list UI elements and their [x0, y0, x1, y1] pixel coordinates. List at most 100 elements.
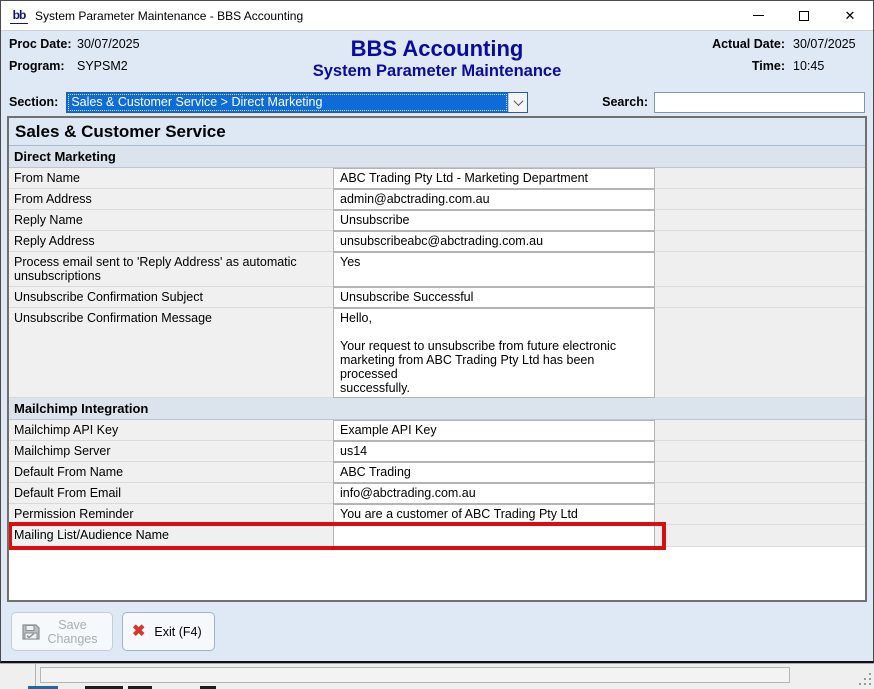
param-label: Unsubscribe Confirmation Subject: [9, 287, 333, 308]
param-label: Mailchimp Server: [9, 441, 333, 462]
table-filler: [9, 547, 865, 600]
table-row: Permission ReminderYou are a customer of…: [9, 504, 865, 525]
close-button[interactable]: ✕: [827, 1, 873, 30]
section-dropdown-button[interactable]: [508, 93, 527, 112]
group-header: Direct Marketing: [9, 146, 865, 168]
param-value-field[interactable]: us14: [333, 441, 655, 462]
content-area: Sales & Customer Service Direct Marketin…: [1, 116, 873, 602]
section-toolbar: Section: Sales & Customer Service > Dire…: [1, 88, 873, 116]
table-row: Mailing List/Audience Name: [9, 525, 865, 547]
time-value: 10:45: [793, 59, 865, 73]
page-subtitle: System Parameter Maintenance: [291, 61, 583, 81]
titlebar: bb System Parameter Maintenance - BBS Ac…: [1, 1, 873, 31]
actual-date-label: Actual Date:: [712, 37, 785, 51]
param-label: Process email sent to 'Reply Address' as…: [9, 252, 333, 287]
chevron-down-icon: [513, 96, 523, 106]
background-statusbar: [0, 663, 874, 689]
table-row: Default From Emailinfo@abctrading.com.au: [9, 483, 865, 504]
param-spare-cell: [655, 420, 865, 441]
section-dropdown-value[interactable]: Sales & Customer Service > Direct Market…: [67, 93, 508, 112]
param-value-field[interactable]: Hello, Your request to unsubscribe from …: [333, 308, 655, 398]
save-floppy-icon: [21, 622, 41, 642]
param-spare-cell: [655, 189, 865, 210]
param-value-field[interactable]: You are a customer of ABC Trading Pty Lt…: [333, 504, 655, 525]
param-value-field[interactable]: unsubscribeabc@abctrading.com.au: [333, 231, 655, 252]
param-spare-cell: [655, 252, 865, 287]
table-row: Default From NameABC Trading: [9, 462, 865, 483]
table-row: Reply Addressunsubscribeabc@abctrading.c…: [9, 231, 865, 252]
save-changes-label: Save Changes: [45, 618, 100, 646]
close-icon: ✕: [845, 9, 856, 22]
param-label: Default From Email: [9, 483, 333, 504]
table-row: Mailchimp Serverus14: [9, 441, 865, 462]
param-value-field[interactable]: ABC Trading: [333, 462, 655, 483]
param-spare-cell: [655, 504, 865, 525]
param-spare-cell: [655, 483, 865, 504]
param-label: Reply Address: [9, 231, 333, 252]
param-value-field[interactable]: Unsubscribe Successful: [333, 287, 655, 308]
resize-grip-icon[interactable]: [859, 673, 871, 685]
program-value: SYPSM2: [77, 59, 128, 73]
param-value-field[interactable]: ABC Trading Pty Ltd - Marketing Departme…: [333, 168, 655, 189]
param-value-field[interactable]: [333, 525, 655, 547]
group-header: Mailchimp Integration: [9, 398, 865, 420]
param-value-field[interactable]: Unsubscribe: [333, 210, 655, 231]
window-controls: ✕: [735, 1, 873, 30]
window-title: System Parameter Maintenance - BBS Accou…: [35, 9, 303, 23]
param-label: From Address: [9, 189, 333, 210]
table-row: Mailchimp API KeyExample API Key: [9, 420, 865, 441]
statusbar-main-cell: [40, 667, 790, 683]
table-row: Unsubscribe Confirmation SubjectUnsubscr…: [9, 287, 865, 308]
table-row: From NameABC Trading Pty Ltd - Marketing…: [9, 168, 865, 189]
maximize-button[interactable]: [781, 1, 827, 30]
section-dropdown[interactable]: Sales & Customer Service > Direct Market…: [66, 92, 528, 113]
exit-label: Exit (F4): [154, 625, 201, 639]
section-header: Sales & Customer Service: [9, 118, 865, 146]
bbs-logo-icon: bb: [10, 8, 28, 24]
app-header: Proc Date: 30/07/2025 Program: SYPSM2 BB…: [1, 31, 873, 88]
button-bar: Save Changes ✖ Exit (F4): [1, 602, 873, 661]
table-row: From Addressadmin@abctrading.com.au: [9, 189, 865, 210]
exit-button[interactable]: ✖ Exit (F4): [122, 612, 215, 651]
param-spare-cell: [655, 168, 865, 189]
param-value-field[interactable]: admin@abctrading.com.au: [333, 189, 655, 210]
search-label: Search:: [602, 95, 648, 109]
statusbar-left-cell: [0, 664, 36, 686]
param-spare-cell: [655, 231, 865, 252]
program-label: Program:: [9, 59, 77, 73]
app-window: bb System Parameter Maintenance - BBS Ac…: [0, 0, 874, 663]
param-spare-cell: [655, 525, 865, 547]
page-title: BBS Accounting: [291, 37, 583, 61]
section-label: Section:: [9, 95, 58, 109]
save-changes-button[interactable]: Save Changes: [11, 612, 113, 651]
param-label: Mailing List/Audience Name: [9, 525, 333, 547]
minimize-icon: [753, 15, 764, 16]
exit-x-icon: ✖: [132, 624, 145, 640]
param-spare-cell: [655, 462, 865, 483]
param-value-field[interactable]: Yes: [333, 252, 655, 287]
table-row: Reply NameUnsubscribe: [9, 210, 865, 231]
param-label: Reply Name: [9, 210, 333, 231]
param-label: Permission Reminder: [9, 504, 333, 525]
maximize-icon: [799, 11, 809, 21]
search-input[interactable]: [654, 92, 865, 113]
param-value-field[interactable]: info@abctrading.com.au: [333, 483, 655, 504]
param-label: From Name: [9, 168, 333, 189]
parameter-table-body: Direct MarketingFrom NameABC Trading Pty…: [9, 146, 865, 547]
param-label: Mailchimp API Key: [9, 420, 333, 441]
param-label: Default From Name: [9, 462, 333, 483]
actual-date-value: 30/07/2025: [793, 37, 865, 51]
param-spare-cell: [655, 287, 865, 308]
parameter-panel: Sales & Customer Service Direct Marketin…: [7, 116, 867, 602]
param-label: Unsubscribe Confirmation Message: [9, 308, 333, 398]
param-spare-cell: [655, 210, 865, 231]
time-label: Time:: [752, 59, 785, 73]
proc-date-value: 30/07/2025: [77, 37, 140, 51]
param-value-field[interactable]: Example API Key: [333, 420, 655, 441]
table-row: Process email sent to 'Reply Address' as…: [9, 252, 865, 287]
proc-date-label: Proc Date:: [9, 37, 77, 51]
param-spare-cell: [655, 441, 865, 462]
minimize-button[interactable]: [735, 1, 781, 30]
param-spare-cell: [655, 308, 865, 398]
table-row: Unsubscribe Confirmation MessageHello, Y…: [9, 308, 865, 398]
